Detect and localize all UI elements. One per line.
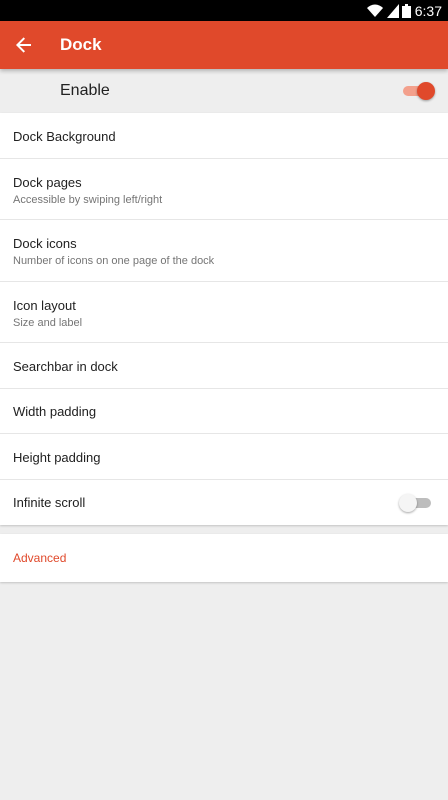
setting-subtitle: Accessible by swiping left/right (13, 194, 163, 206)
setting-item-height-padding[interactable]: Height padding (0, 434, 448, 480)
advanced-section[interactable]: Advanced (0, 534, 448, 582)
wifi-icon (366, 4, 383, 18)
setting-title: Dock Background (13, 129, 116, 144)
setting-title: Dock pages (13, 175, 82, 190)
setting-subtitle: Size and label (13, 317, 83, 329)
status-time: 6:37 (414, 2, 442, 19)
enable-label: Enable (60, 82, 110, 99)
settings-list: Dock Background Dock pages Accessible by… (0, 113, 448, 525)
setting-item-infinite-scroll[interactable]: Infinite scroll (0, 480, 448, 525)
status-bar: 6:37 (0, 0, 448, 21)
advanced-link[interactable]: Advanced (13, 534, 66, 582)
setting-item-dock-icons[interactable]: Dock icons Number of icons on one page o… (0, 220, 448, 282)
setting-title: Infinite scroll (13, 495, 86, 510)
enable-row[interactable]: Enable (0, 69, 448, 113)
setting-title: Searchbar in dock (13, 359, 118, 374)
signal-icon (386, 3, 399, 18)
setting-title: Icon layout (13, 298, 76, 313)
app-bar: Dock (0, 21, 448, 69)
setting-title: Dock icons (13, 236, 77, 251)
setting-item-width-padding[interactable]: Width padding (0, 389, 448, 434)
back-button[interactable] (8, 29, 40, 61)
setting-item-dock-pages[interactable]: Dock pages Accessible by swiping left/ri… (0, 159, 448, 220)
setting-title: Height padding (13, 450, 101, 465)
enable-switch[interactable] (403, 82, 435, 100)
setting-item-dock-background[interactable]: Dock Background (0, 113, 448, 159)
arrow-back-icon (16, 37, 32, 53)
page-title: Dock (60, 35, 102, 54)
infinite-scroll-switch[interactable] (399, 494, 431, 512)
setting-item-icon-layout[interactable]: Icon layout Size and label (0, 282, 448, 343)
battery-icon (401, 3, 411, 18)
setting-title: Width padding (13, 404, 97, 419)
setting-item-searchbar-in-dock[interactable]: Searchbar in dock (0, 343, 448, 389)
setting-subtitle: Number of icons on one page of the dock (13, 255, 215, 267)
